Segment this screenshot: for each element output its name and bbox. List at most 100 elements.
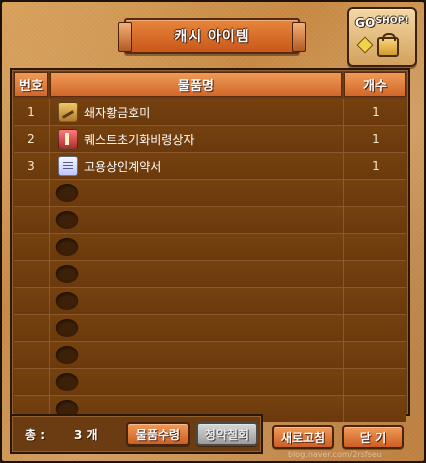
window-title: 캐시 아이템	[174, 29, 250, 45]
row-item-cell: 쇄자황금호미	[52, 99, 342, 125]
total-label: 총 :	[25, 428, 46, 442]
close-button[interactable]: 닫 기	[342, 425, 404, 449]
header-number: 번호	[14, 72, 48, 97]
row-separator	[49, 153, 50, 179]
refresh-button[interactable]: 새로고침	[272, 425, 334, 449]
row-count	[346, 180, 406, 206]
row-number	[14, 288, 48, 314]
row-item-name: 쇄자황금호미	[84, 105, 151, 120]
row-separator	[49, 315, 50, 341]
row-separator	[49, 99, 50, 125]
window-title-plaque: 캐시 아이템	[118, 18, 306, 54]
gift-box-icon	[58, 129, 78, 149]
watermark-text: blog.naver.com/2rsfseu	[288, 450, 382, 459]
header-count: 개수	[344, 72, 406, 97]
table-row[interactable]	[14, 368, 406, 395]
row-item-cell	[52, 180, 342, 206]
row-separator	[343, 180, 344, 206]
row-item-cell	[52, 342, 342, 368]
total-value: 3 개	[74, 428, 98, 442]
table-row[interactable]: 2 퀘스트초기화비령상자 1	[14, 125, 406, 152]
row-count	[346, 342, 406, 368]
item-list-panel: 번호 물품명 개수 1 쇄자황금호미 1 2 퀘스트초기화비령상자 1 3 고용…	[10, 68, 410, 422]
table-header: 번호 물품명 개수	[14, 72, 406, 97]
table-row[interactable]	[14, 260, 406, 287]
row-separator	[343, 288, 344, 314]
item-rows: 1 쇄자황금호미 1 2 퀘스트초기화비령상자 1 3 고용상인계약서 1	[14, 99, 406, 422]
contract-icon	[58, 156, 78, 176]
row-separator	[49, 126, 50, 152]
title-bracket-left	[118, 22, 132, 52]
row-item-cell	[52, 288, 342, 314]
shovel-icon	[58, 102, 78, 122]
row-count: 1	[372, 159, 380, 173]
empty-slot-icon	[52, 316, 82, 340]
row-separator	[49, 342, 50, 368]
row-separator	[49, 180, 50, 206]
table-row[interactable]: 1 쇄자황금호미 1	[14, 99, 406, 125]
cash-item-window: 캐시 아이템 GOSHOP! 번호 물품명 개수 1 쇄자황금호미 1 2 퀘스…	[0, 0, 426, 463]
row-number: 1	[27, 105, 35, 119]
row-separator	[343, 153, 344, 179]
row-number	[14, 342, 48, 368]
row-count: 1	[372, 132, 380, 146]
table-row[interactable]	[14, 206, 406, 233]
row-count	[346, 234, 406, 260]
row-separator	[343, 315, 344, 341]
row-separator	[49, 234, 50, 260]
table-row[interactable]	[14, 233, 406, 260]
row-separator	[343, 369, 344, 395]
row-count	[346, 207, 406, 233]
row-count	[346, 396, 406, 422]
row-item-cell	[52, 207, 342, 233]
table-row[interactable]: 3 고용상인계약서 1	[14, 152, 406, 179]
table-row[interactable]	[14, 179, 406, 206]
row-separator	[49, 288, 50, 314]
row-item-cell	[52, 261, 342, 287]
header-item-name: 물품명	[50, 72, 342, 97]
empty-slot-icon	[52, 289, 82, 313]
row-count: 1	[372, 105, 380, 119]
row-number	[14, 261, 48, 287]
go-shop-label: GOSHOP!	[355, 16, 409, 30]
row-count	[346, 261, 406, 287]
row-count	[346, 288, 406, 314]
row-number: 2	[27, 132, 35, 146]
empty-slot-icon	[52, 370, 82, 394]
empty-slot-icon	[52, 181, 82, 205]
row-separator	[343, 342, 344, 368]
row-separator	[343, 261, 344, 287]
shopping-bag-icon	[377, 33, 399, 57]
row-separator	[49, 207, 50, 233]
title-bracket-right	[292, 22, 306, 52]
row-separator	[343, 234, 344, 260]
table-row[interactable]	[14, 314, 406, 341]
empty-slot-icon	[52, 235, 82, 259]
row-item-cell: 고용상인계약서	[52, 153, 342, 179]
row-count	[346, 315, 406, 341]
row-number: 3	[27, 159, 35, 173]
table-row[interactable]	[14, 341, 406, 368]
go-shop-shop-text: SHOP!	[375, 16, 409, 26]
go-shop-button[interactable]: GOSHOP!	[347, 7, 417, 67]
row-number	[14, 207, 48, 233]
row-item-cell	[52, 315, 342, 341]
receive-items-button[interactable]: 물품수령	[126, 422, 190, 446]
cancel-subscription-button[interactable]: 청약철회	[196, 422, 258, 446]
row-item-cell	[52, 369, 342, 395]
row-item-name: 퀘스트초기화비령상자	[84, 132, 195, 147]
row-separator	[343, 99, 344, 125]
go-shop-go-text: GO	[355, 16, 376, 30]
empty-slot-icon	[52, 343, 82, 367]
row-number	[14, 180, 48, 206]
row-separator	[343, 126, 344, 152]
row-number	[14, 234, 48, 260]
row-separator	[49, 369, 50, 395]
empty-slot-icon	[52, 262, 82, 286]
row-item-cell	[52, 234, 342, 260]
row-separator	[343, 396, 344, 422]
row-number	[14, 315, 48, 341]
star-icon	[356, 36, 374, 54]
table-row[interactable]	[14, 287, 406, 314]
row-number	[14, 369, 48, 395]
